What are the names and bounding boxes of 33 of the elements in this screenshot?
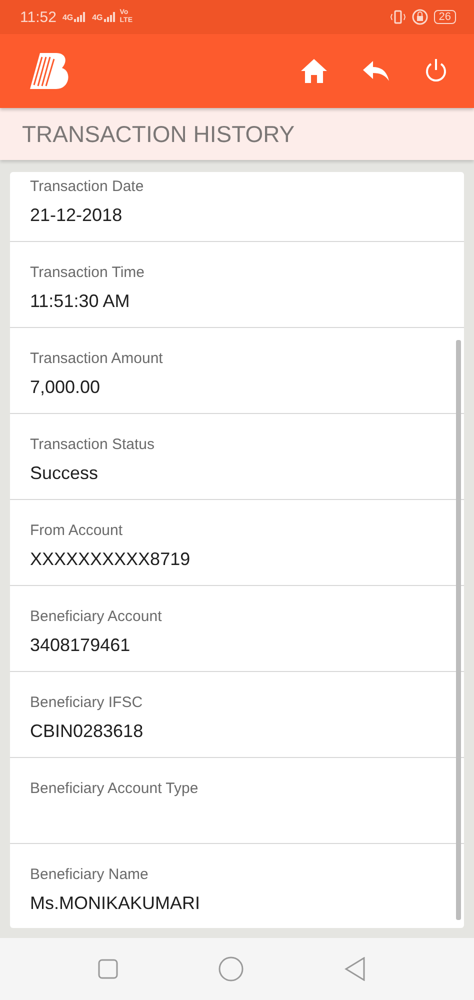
- reply-icon: [362, 60, 390, 82]
- battery-level: 26: [434, 10, 456, 24]
- back-button[interactable]: [362, 60, 390, 82]
- field-value: 11:51:30 AM: [30, 291, 131, 312]
- field-value: CBIN0283618: [30, 721, 144, 742]
- field-label: Transaction Amount: [30, 350, 164, 367]
- field-value: 3408179461: [30, 635, 132, 656]
- lock-icon: [412, 9, 428, 25]
- status-time: 11:52: [20, 8, 56, 26]
- recents-icon[interactable]: [98, 959, 118, 979]
- power-icon: [424, 58, 448, 84]
- field-label: Beneficiary Account: [30, 608, 163, 625]
- field-label: Transaction Time: [30, 264, 146, 281]
- field-value: XXXXXXXXXX8719: [30, 549, 192, 570]
- field-value: 21-12-2018: [30, 205, 124, 226]
- field-label: Transaction Status: [30, 436, 156, 453]
- field-value: Ms.MONIKAKUMARI: [30, 893, 202, 914]
- page-title: TRANSACTION HISTORY: [22, 120, 295, 148]
- field-label: Beneficiary IFSC: [30, 694, 144, 711]
- field-label: Beneficiary Name: [30, 866, 150, 883]
- home-button[interactable]: [300, 58, 328, 84]
- logout-button[interactable]: [424, 58, 448, 84]
- home-circle-icon[interactable]: [218, 956, 244, 982]
- signal-indicator: 4G: [92, 12, 116, 22]
- field-label: From Account: [30, 522, 124, 539]
- vibrate-icon: [390, 10, 406, 24]
- signal-indicator: 4G: [62, 12, 86, 22]
- field-label: Beneficiary Account Type: [30, 780, 200, 797]
- field-value: Success: [30, 463, 100, 484]
- back-triangle-icon[interactable]: [344, 957, 366, 981]
- field-value: 7,000.00: [30, 377, 102, 398]
- field-label: Transaction Date: [30, 178, 145, 195]
- home-icon: [300, 58, 328, 84]
